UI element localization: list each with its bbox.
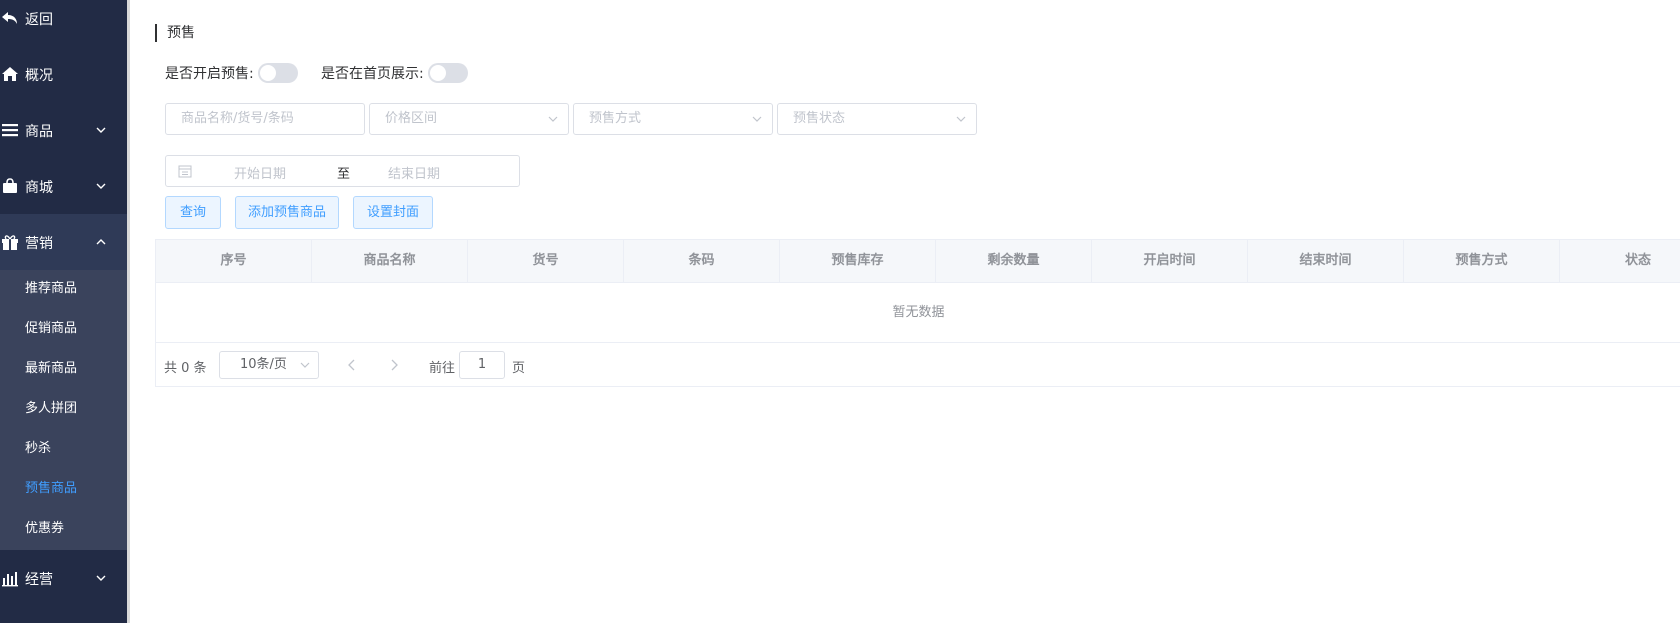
pagination-total: 共 0 条 bbox=[164, 361, 207, 376]
chevron-down-icon bbox=[548, 116, 558, 122]
sidebar-item-label: 返回 bbox=[25, 12, 53, 28]
submenu-item-group-buy[interactable]: 多人拼团 bbox=[25, 399, 77, 419]
chevron-down-icon bbox=[752, 116, 762, 122]
sidebar-item-marketing[interactable]: 营销 bbox=[0, 214, 127, 270]
sidebar: 返回 概况 商品 商城 营销 推荐商品 促销商品 最新商品 多人拼团 秒杀 预售… bbox=[0, 0, 127, 623]
date-range-picker[interactable]: 开始日期 至 结束日期 bbox=[165, 155, 520, 187]
chevron-down-icon bbox=[96, 127, 106, 133]
column-header: 商品名称 bbox=[312, 240, 468, 282]
column-header: 预售库存 bbox=[780, 240, 936, 282]
homepage-toggle-row: 是否在首页展示: bbox=[321, 63, 468, 83]
sidebar-item-operations[interactable]: 经营 bbox=[0, 550, 127, 606]
start-date-input[interactable]: 开始日期 bbox=[234, 163, 286, 182]
bar-chart-icon bbox=[0, 568, 20, 588]
page-size-value: 10条/页 bbox=[240, 357, 287, 372]
column-header: 预售方式 bbox=[1404, 240, 1560, 282]
sidebar-item-label: 商城 bbox=[25, 180, 53, 196]
goto-label: 前往 bbox=[429, 361, 456, 376]
sidebar-item-mall[interactable]: 商城 bbox=[0, 158, 127, 214]
presale-status-placeholder: 预售状态 bbox=[793, 111, 846, 126]
app-root: 返回 概况 商品 商城 营销 推荐商品 促销商品 最新商品 多人拼团 秒杀 预售… bbox=[0, 0, 1680, 623]
sidebar-item-label: 营销 bbox=[25, 236, 53, 252]
sidebar-item-back[interactable]: 返回 bbox=[0, 0, 127, 36]
page-unit-label: 页 bbox=[512, 361, 526, 376]
presale-toggle-row: 是否开启预售: bbox=[165, 63, 298, 83]
presale-status-select[interactable]: 预售状态 bbox=[777, 103, 977, 135]
shopping-bag-icon bbox=[0, 176, 20, 196]
date-range-separator: 至 bbox=[337, 167, 351, 182]
query-button[interactable]: 查询 bbox=[165, 196, 221, 229]
calendar-icon bbox=[178, 165, 192, 178]
back-arrow-icon bbox=[0, 8, 20, 28]
prev-page-icon[interactable] bbox=[346, 358, 358, 372]
presale-toggle-label: 是否开启预售: bbox=[165, 66, 254, 82]
presale-method-select[interactable]: 预售方式 bbox=[573, 103, 773, 135]
add-presale-product-button[interactable]: 添加预售商品 bbox=[235, 196, 339, 229]
column-header: 状态 bbox=[1624, 253, 1651, 268]
sidebar-item-label: 概况 bbox=[25, 68, 53, 84]
gift-icon bbox=[0, 232, 20, 252]
column-header: 剩余数量 bbox=[936, 240, 1092, 282]
column-header: 结束时间 bbox=[1248, 240, 1404, 282]
list-icon bbox=[0, 120, 20, 140]
marketing-submenu: 推荐商品 促销商品 最新商品 多人拼团 秒杀 预售商品 优惠券 bbox=[0, 270, 127, 550]
page-size-select[interactable]: 10条/页 bbox=[219, 351, 319, 379]
pagination: 共 0 条 10条/页 前往 1 页 bbox=[156, 344, 1680, 388]
submenu-item-newest[interactable]: 最新商品 bbox=[25, 359, 77, 379]
price-range-placeholder: 价格区间 bbox=[385, 111, 438, 126]
submenu-item-promotion[interactable]: 促销商品 bbox=[25, 319, 77, 339]
price-range-select[interactable]: 价格区间 bbox=[369, 103, 569, 135]
main-content: 预售 是否开启预售: 是否在首页展示: 商品名称/货号/条码 价格区间 预售方式… bbox=[130, 0, 1680, 623]
homepage-toggle-label: 是否在首页展示: bbox=[321, 66, 424, 82]
set-cover-button[interactable]: 设置封面 bbox=[353, 196, 433, 229]
chevron-down-icon bbox=[300, 362, 310, 368]
column-header: 条码 bbox=[624, 240, 780, 282]
next-page-icon[interactable] bbox=[388, 358, 400, 372]
sidebar-item-label: 经营 bbox=[25, 572, 53, 588]
presale-switch[interactable] bbox=[257, 63, 298, 83]
submenu-item-presale[interactable]: 预售商品 bbox=[25, 479, 77, 499]
page-number-input[interactable]: 1 bbox=[459, 351, 505, 379]
homepage-switch[interactable] bbox=[427, 63, 468, 83]
chevron-up-icon bbox=[96, 239, 106, 245]
chevron-down-icon bbox=[96, 183, 106, 189]
presale-table: 序号 商品名称 货号 条码 预售库存 剩余数量 开启时间 结束时间 预售方式 状… bbox=[155, 239, 1680, 387]
submenu-item-coupon[interactable]: 优惠券 bbox=[25, 519, 64, 539]
table-empty-text: 暂无数据 bbox=[156, 283, 1680, 343]
table-header: 序号 商品名称 货号 条码 预售库存 剩余数量 开启时间 结束时间 预售方式 状… bbox=[156, 240, 1680, 283]
submenu-item-recommended[interactable]: 推荐商品 bbox=[25, 279, 77, 299]
presale-method-placeholder: 预售方式 bbox=[589, 111, 642, 126]
product-search-placeholder: 商品名称/货号/条码 bbox=[181, 111, 294, 126]
column-header: 开启时间 bbox=[1092, 240, 1248, 282]
end-date-input[interactable]: 结束日期 bbox=[388, 163, 440, 182]
column-header: 序号 bbox=[156, 240, 312, 282]
product-search-input[interactable]: 商品名称/货号/条码 bbox=[165, 103, 365, 135]
column-header: 货号 bbox=[468, 240, 624, 282]
chevron-down-icon bbox=[956, 116, 966, 122]
chevron-down-icon bbox=[96, 575, 106, 581]
page-title: 预售 bbox=[155, 24, 195, 42]
submenu-item-flash-sale[interactable]: 秒杀 bbox=[25, 439, 51, 459]
home-icon bbox=[0, 64, 20, 84]
sidebar-item-products[interactable]: 商品 bbox=[0, 102, 127, 158]
sidebar-item-label: 商品 bbox=[25, 124, 53, 140]
sidebar-item-overview[interactable]: 概况 bbox=[0, 46, 127, 102]
